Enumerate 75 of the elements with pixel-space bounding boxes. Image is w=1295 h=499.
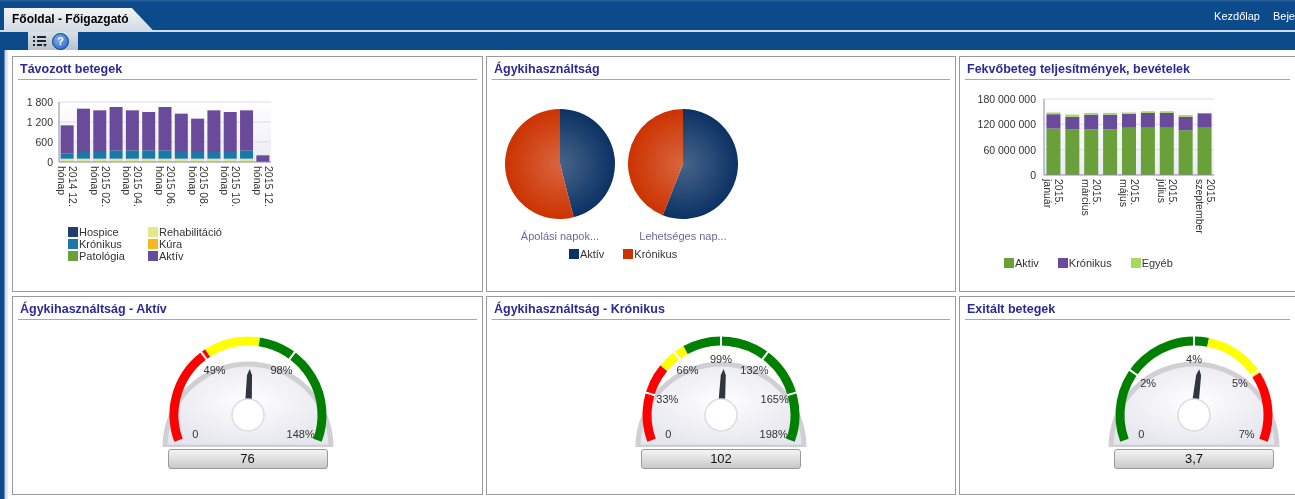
axis-tick-label: 0 (1030, 169, 1036, 181)
panel-title: Távozott betegek (18, 57, 477, 80)
gauge-tick-label: 132% (740, 364, 769, 377)
legend-label: Krónikus (1068, 257, 1112, 269)
gauge-tick-label: 5% (1231, 376, 1248, 389)
gauge-tick-label: 165% (760, 392, 789, 405)
gauge-tick-mark (1249, 368, 1260, 377)
list-settings-icon[interactable] (32, 34, 48, 48)
gauge-tick-mark (644, 391, 656, 397)
axis-tick-label: 120 000 000 (977, 118, 1036, 131)
pie-caption: Lehetséges nap... (639, 230, 727, 242)
axis-tick-label: 2015. január (1042, 179, 1066, 209)
gauge-readout: 102 (641, 449, 801, 469)
header-link[interactable]: Beje (1272, 10, 1295, 22)
axis-tick-label: 180 000 000 (977, 93, 1036, 105)
pie-caption: Ápolási napok... (520, 230, 600, 242)
panel-title: Ágykihasználtság - Krónikus (492, 297, 950, 320)
gauge-tick-label: 7% (1238, 428, 1255, 441)
axis-tick-label: 2014 12. hónap (56, 166, 80, 207)
axis-tick-label: 2015 04. hónap (121, 166, 145, 207)
axis-tick-label: 2015 10. hónap (219, 166, 243, 207)
gauge-hub (704, 398, 738, 432)
axis-tick-label: 2015 02. hónap (88, 166, 112, 207)
axis-tick-label: 1 200 (26, 116, 53, 128)
panel-title: Fekvőbeteg teljesítmények, bevételek (965, 57, 1290, 80)
axis-tick-label: 2015 08. hónap (186, 166, 210, 207)
gauge-tick-label: 148% (286, 428, 315, 441)
gauge-tick-label: 66% (676, 364, 699, 377)
legend-label: Aktív (159, 250, 184, 262)
gauge-tick-label: 0 (665, 428, 672, 441)
gauge-tick-label: 33% (656, 392, 679, 405)
gauge-tick-mark (199, 350, 208, 361)
gauge-tick-mark (672, 350, 681, 361)
gauge-tick-mark (720, 335, 722, 347)
legend-label: Rehabilitáció (159, 226, 222, 238)
bar-segment (256, 155, 270, 162)
gauge-tick-label: 4% (1186, 353, 1202, 365)
panel-title: Ágykihasználtság - Aktív (18, 297, 477, 320)
header-link[interactable]: Kezdőlap (1214, 10, 1260, 22)
legend-label: Aktív (579, 248, 605, 260)
gauge-hub (1177, 398, 1211, 432)
legend-label: Egyéb (1141, 257, 1173, 269)
gauge-tick-mark (761, 350, 770, 361)
gauge-tick-label: 99% (710, 353, 732, 365)
legend-label: Hospice (79, 226, 119, 238)
legend-label: Krónikus (79, 238, 122, 250)
panel-title: Ágykihasználtság (492, 57, 950, 80)
gauge-readout: 3,7 (1114, 449, 1274, 469)
gauge-tick-label: 49% (203, 364, 226, 377)
axis-tick-label: 1 800 (26, 96, 53, 108)
gauge-tick-mark (786, 391, 798, 397)
axis-tick-label: 2015. március (1080, 179, 1104, 216)
gauge-tick-label: 2% (1140, 376, 1157, 389)
gauge-tick-mark (1193, 335, 1195, 347)
gauge-tick-label: 0 (1138, 428, 1145, 441)
axis-tick-label: 2015 06. hónap (154, 166, 177, 207)
axis-tick-label: 600 (35, 136, 53, 148)
gauge-tick-mark (1128, 368, 1139, 377)
axis-tick-label: 0 (47, 156, 53, 168)
axis-tick-label: 2015 12. hónap (251, 166, 275, 207)
legend-label: Patológia (79, 250, 125, 262)
gauge-tick-label: 0 (191, 428, 198, 441)
gauge-tick-label: 98% (269, 364, 292, 377)
panel-title: Exitált betegek (965, 297, 1290, 320)
gauge-tick-mark (287, 350, 296, 361)
axis-tick-label: 2015. július (1155, 179, 1179, 206)
legend-label: Aktiv (1015, 257, 1039, 269)
legend-label: Kúra (159, 238, 183, 250)
page-tab[interactable]: Főoldal - Főigazgató (4, 8, 153, 30)
gauge-tick-label: 198% (759, 428, 788, 441)
axis-tick-label: 2015. május (1118, 179, 1141, 207)
axis-tick-label: 60 000 000 (983, 143, 1036, 156)
legend-label: Krónikus (634, 248, 678, 260)
gauge-hub (230, 398, 265, 432)
gauge-readout: 76 (167, 449, 328, 469)
